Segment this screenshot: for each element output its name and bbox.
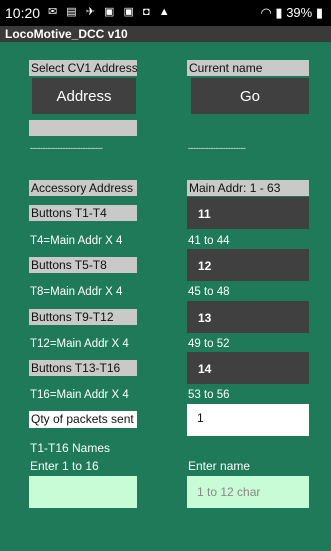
buttons-t13-t16-label: Buttons T13-T16 xyxy=(29,360,137,376)
go-button[interactable]: Go xyxy=(191,78,309,114)
addr-14-value: 14 xyxy=(198,362,212,376)
signal-icon: ▮ xyxy=(275,5,283,20)
divider-left: ----------------------------- xyxy=(30,143,103,153)
enter-range-label: Enter 1 to 16 xyxy=(30,459,99,473)
qty-packets-input[interactable]: 1 xyxy=(187,404,309,436)
wifi-icon: ◠ xyxy=(260,5,272,20)
range-49-52: 49 to 52 xyxy=(188,338,230,350)
message-icon: ✉ xyxy=(48,6,61,18)
t12-formula: T12=Main Addr X 4 xyxy=(30,338,129,350)
addr-12-value: 12 xyxy=(198,259,212,273)
addr-14-box[interactable]: 14 xyxy=(187,352,309,384)
qty-packets-value: 1 xyxy=(197,411,204,425)
address-button[interactable]: Address xyxy=(32,78,136,114)
news-icon: ▤ xyxy=(66,6,80,18)
range-45-48: 45 to 48 xyxy=(188,286,230,298)
buttons-t1-t4-label: Buttons T1-T4 xyxy=(29,205,137,221)
range-53-56: 53 to 56 xyxy=(188,389,230,401)
divider-right: ----------------------- xyxy=(188,143,246,153)
addr-11-value: 11 xyxy=(198,207,211,221)
battery-percent: 39% xyxy=(286,5,313,20)
enter-name-label: Enter name xyxy=(188,459,251,473)
buttons-t5-t8-label: Buttons T5-T8 xyxy=(29,257,137,273)
status-bar: 10:20 ✉ ▤ ✈ ▣ ▣ ◘ ▲ ◠ ▮ 39% ▮ xyxy=(0,0,331,26)
name-input-placeholder: 1 to 12 char xyxy=(197,485,261,499)
running-icon: ✈ xyxy=(85,6,98,18)
battery-icon: ▮ xyxy=(315,5,323,20)
t4-formula: T4=Main Addr X 4 xyxy=(30,235,123,247)
nfc-icon: ◘ xyxy=(142,6,153,18)
names-heading: T1-T16 Names xyxy=(30,441,111,455)
app-title-bar: LocoMotive_DCC v10 xyxy=(0,26,331,42)
t8-formula: T8=Main Addr X 4 xyxy=(30,286,123,298)
warning-icon: ▲ xyxy=(158,6,173,18)
addr-11-box[interactable]: 11 xyxy=(187,197,309,229)
addr-13-box[interactable]: 13 xyxy=(187,301,309,333)
select-cv1-label: Select CV1 Address xyxy=(29,60,137,76)
addr-12-box[interactable]: 12 xyxy=(187,249,309,281)
status-time: 10:20 xyxy=(5,5,41,21)
app-title: LocoMotive_DCC v10 xyxy=(5,27,128,41)
status-right: ◠ ▮ 39% ▮ xyxy=(260,5,323,21)
address-display xyxy=(29,120,137,136)
main-addr-label: Main Addr: 1 - 63 xyxy=(187,180,309,196)
app-icon: ▣ xyxy=(104,6,118,18)
addr-13-value: 13 xyxy=(198,311,212,325)
notification-icons: ✉ ▤ ✈ ▣ ▣ ◘ ▲ xyxy=(48,5,173,18)
t16-formula: T16=Main Addr X 4 xyxy=(30,389,129,401)
qty-packets-label: Qty of packets sent xyxy=(29,411,137,428)
buttons-t9-t12-label: Buttons T9-T12 xyxy=(29,309,137,325)
name-input[interactable]: 1 to 12 char xyxy=(187,476,309,508)
accessory-address-label: Accessory Address xyxy=(29,180,137,196)
app-icon: ▣ xyxy=(123,6,137,18)
name-index-input[interactable] xyxy=(29,476,137,508)
range-41-44: 41 to 44 xyxy=(188,235,230,247)
current-name-label: Current name xyxy=(187,60,309,76)
